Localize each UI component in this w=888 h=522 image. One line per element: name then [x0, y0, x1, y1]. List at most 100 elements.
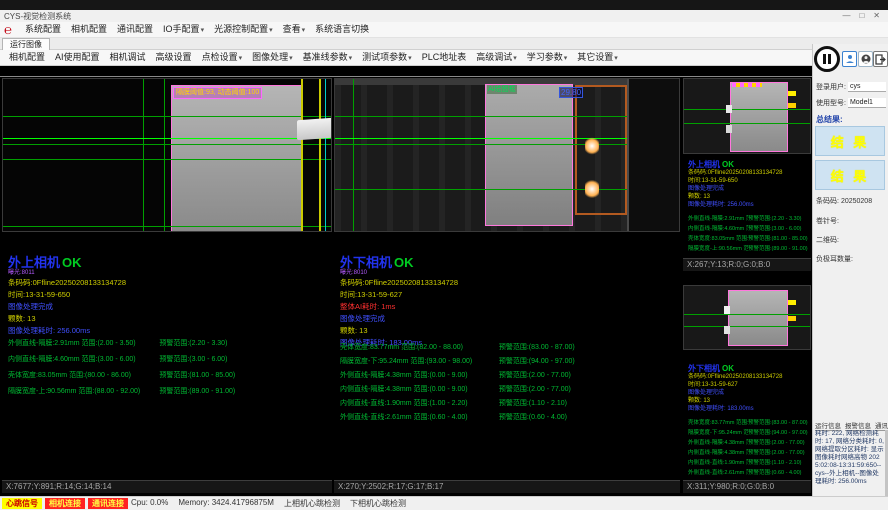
measurement-row: 壳体宽度:83.77mm 范围:(82.00 - 88.00)预警范围:(83.… — [340, 342, 678, 352]
guide-line — [164, 79, 165, 232]
menu-item[interactable]: 系统语言切换 — [310, 22, 374, 38]
measurement-row: 内侧直线-隔膜:4.38mm 范围:(0.00 - 9.00)预警范围:(2.0… — [688, 448, 808, 456]
toolbar-item[interactable]: 高级设置 — [151, 50, 197, 66]
status-ok: OK — [62, 255, 82, 270]
status-badge: 通讯连接 — [88, 498, 128, 509]
measurement-warning-range: 预警范围:(83.00 - 87.00) — [748, 418, 808, 426]
pause-button[interactable] — [814, 46, 840, 72]
menu-item[interactable]: 系统配置 — [20, 22, 66, 38]
chevron-down-icon: ▾ — [269, 27, 273, 34]
measurement-value: 内侧直线-隔膜:4.38mm 范围:(0.00 - 9.00) — [340, 384, 499, 394]
chevron-down-icon: ▾ — [513, 55, 517, 62]
measurement-warning-range: 预警范围:(94.00 - 97.00) — [748, 428, 808, 436]
camera-user-button[interactable] — [858, 51, 873, 67]
marker-chip — [788, 300, 796, 305]
measurement-row: 外侧直线-隔膜:4.38mm 范围:(0.00 - 9.00)预警范围:(2.0… — [340, 370, 678, 380]
elapsed-text: 图像处理耗时: 256.00ms — [688, 201, 808, 209]
toolbar-item[interactable]: 学习参数▾ — [522, 50, 573, 66]
result-box-2: 结 果 — [815, 160, 885, 190]
coords-bar: X:311;Y:980;R:0;G:0;B:0 — [683, 480, 811, 493]
camera-image-outer-upper[interactable]: 隔膜阈值:93, 动态阈值:100 — [2, 78, 332, 232]
toolbar-item[interactable]: 相机配置 — [4, 50, 50, 66]
measurement-value: 壳体宽度:83.05mm 范围:(80.00 - 86.00) — [8, 370, 159, 380]
toolbar-item[interactable]: 其它设置▾ — [572, 50, 623, 66]
exposure-text: 曝光:8010 — [340, 270, 678, 277]
chevron-down-icon: ▾ — [349, 55, 353, 62]
measurement-value: 内侧直线-隔膜:4.60mm 范围:(3.00 - 6.00) — [8, 354, 159, 364]
measurement-value: 壳体宽度:83.77mm 范围:(82.00 - 88.00) — [688, 418, 748, 426]
login-user-field[interactable]: cys — [848, 82, 886, 92]
toolbar-item[interactable]: 点检设置▾ — [197, 50, 248, 66]
measurement-value: 内侧直线-直线:1.90mm 范围:(1.00 - 2.20) — [340, 398, 499, 408]
time-text: 时间:13-31-59-627 — [688, 381, 808, 389]
qr-label: 二维码: — [816, 235, 839, 245]
measurement-warning-range: 预警范围:(83.00 - 87.00) — [499, 342, 678, 352]
app-window: CYS-视觉检测系统 — □ ✕ ℮ 系统配置相机配置通讯配置IO手配置▾光源控… — [0, 0, 888, 522]
window-title: CYS-视觉检测系统 — [0, 11, 842, 22]
measure-line — [335, 116, 627, 117]
measure-line — [684, 326, 811, 327]
measurement-row: 壳体宽度:83.77mm 范围:(82.00 - 88.00)预警范围:(83.… — [688, 418, 808, 426]
chevron-down-icon: ▾ — [201, 27, 205, 34]
measure-line — [684, 314, 811, 315]
measurement-row: 内侧直线-隔膜:4.38mm 范围:(0.00 - 9.00)预警范围:(2.0… — [340, 384, 678, 394]
menu-item[interactable]: 光源控制配置▾ — [209, 22, 278, 38]
time-text: 时间:13-31-59-627 — [340, 289, 678, 301]
measurement-value: 外侧直线-隔膜:2.91mm 范围:(2.00 - 3.50) — [8, 338, 159, 348]
camera-thumb-outer-upper[interactable] — [683, 78, 811, 154]
measurement-row: 外侧直线-隔膜:4.38mm 范围:(0.00 - 9.00)预警范围:(2.0… — [688, 438, 808, 446]
menu-item[interactable]: 通讯配置 — [112, 22, 158, 38]
measurement-warning-range: 预警范围:(0.60 - 4.00) — [499, 412, 678, 422]
edge-line — [319, 79, 321, 232]
chevron-down-icon: ▾ — [239, 55, 243, 62]
measure-line — [3, 138, 332, 139]
time-text: 时间:13-31-59-650 — [8, 289, 330, 301]
toolbar-item[interactable]: 基准线参数▾ — [298, 50, 358, 66]
toolbar-item[interactable]: 图像处理▾ — [247, 50, 298, 66]
marker-chip — [788, 103, 796, 108]
toolbar-item[interactable]: 高级调试▾ — [471, 50, 522, 66]
measurement-value: 外侧直线-隔膜:4.38mm 范围:(0.00 - 9.00) — [340, 370, 499, 380]
tab-run-image[interactable]: 运行图像 — [2, 38, 50, 50]
measurement-value: 内侧直线-隔膜:4.60mm 范围:(3.00 - 6.00) — [688, 224, 748, 232]
status-ok: OK — [722, 160, 734, 169]
measurement-value: 隔膜宽度-上:90.56mm 范围:(88.00 - 92.00) — [8, 386, 159, 396]
camera-title: 外上相机 — [8, 255, 60, 270]
toolbar-items: 相机配置AI使用配置相机调试高级设置点检设置▾图像处理▾基准线参数▾测试项参数▾… — [4, 50, 623, 66]
measurement-row: 内侧直线-直线:1.90mm 范围:(1.00 - 2.20)预警范围:(1.1… — [688, 458, 808, 466]
measurement-list: 外侧直线-隔膜:2.91mm 范围:(2.00 - 3.50)预警范围:(2.2… — [8, 338, 330, 402]
menu-item[interactable]: 相机配置 — [66, 22, 112, 38]
measurement-warning-range: 预警范围:(2.00 - 77.00) — [748, 448, 808, 456]
measurement-warning-range: 预警范围:(2.20 - 3.30) — [159, 338, 330, 348]
marker-chip — [788, 316, 796, 321]
measure-line — [335, 138, 627, 139]
menu-item[interactable]: IO手配置▾ — [158, 22, 209, 38]
marker-strip — [732, 83, 762, 87]
user-login-button[interactable] — [842, 51, 857, 67]
measurement-warning-range: 预警范围:(1.10 - 2.10) — [748, 458, 808, 466]
toolbar-item[interactable]: AI使用配置 — [50, 50, 105, 66]
barcode-label: 条码码: — [816, 196, 839, 206]
minimize-icon[interactable]: — — [842, 10, 850, 22]
barcode-text: 条码码:0Ffline20250208133134728 — [340, 277, 678, 289]
measurement-row: 隔膜宽度-下:95.24mm 范围:(93.00 - 98.00)预警范围:(9… — [688, 428, 808, 436]
camera-image-outer-lower[interactable]: AI绘图框 29.80 — [334, 78, 680, 232]
toolbar-item[interactable]: PLC地址表 — [417, 50, 472, 66]
pin-label: 卷针号: — [816, 216, 839, 226]
menu-item[interactable]: 查看▾ — [278, 22, 311, 38]
toolbar-item[interactable]: 测试项参数▾ — [357, 50, 417, 66]
close-icon[interactable]: ✕ — [873, 10, 880, 22]
exit-button[interactable] — [873, 51, 888, 67]
product-region — [728, 290, 788, 346]
camera-thumb-outer-lower[interactable] — [683, 285, 811, 350]
model-field[interactable]: Model1 — [848, 98, 886, 108]
measurement-row: 壳体宽度:83.05mm 范围:(80.00 - 86.00)预警范围:(81.… — [8, 370, 330, 380]
maximize-icon[interactable]: □ — [859, 10, 864, 22]
done-text: 图像处理完成 — [688, 185, 808, 193]
toolbar-item[interactable]: 相机调试 — [105, 50, 151, 66]
measurement-value: 壳体宽度:83.05mm 范围:(80.00 - 86.00) — [688, 234, 748, 242]
measurement-warning-range: 预警范围:(3.00 - 6.00) — [748, 224, 808, 232]
logout-door-icon — [875, 54, 886, 65]
result-block-outer-lower: 外下相机OK 曝光:8010 条码码:0Ffline20250208133134… — [340, 256, 678, 349]
measure-line — [3, 116, 332, 117]
